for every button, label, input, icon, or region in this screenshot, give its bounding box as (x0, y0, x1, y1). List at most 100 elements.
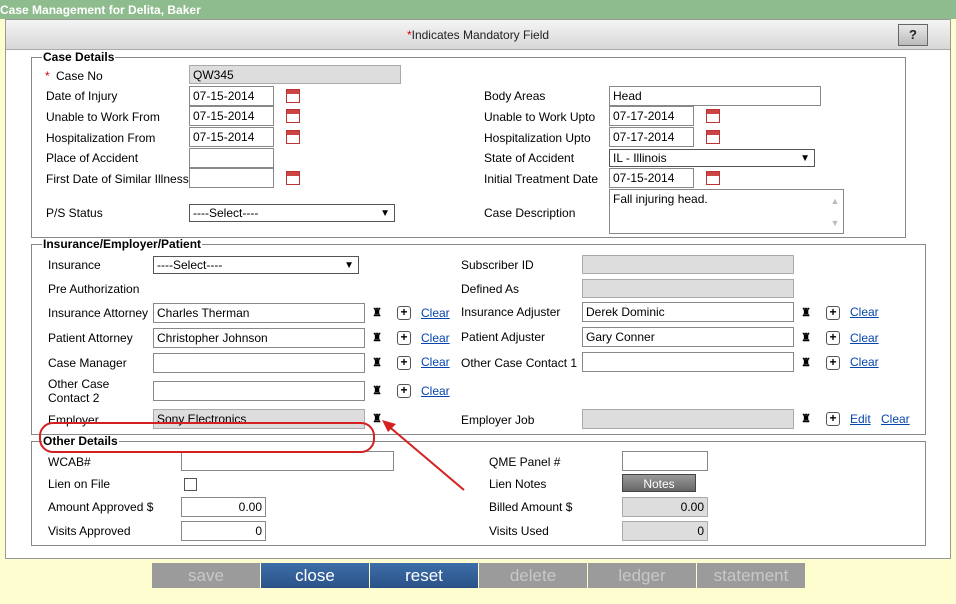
subscriber-input[interactable] (582, 255, 794, 274)
subscriber-label: Subscriber ID (461, 258, 534, 272)
mandatory-note: Indicates Mandatory Field (411, 28, 550, 42)
body-areas-label: Body Areas (484, 89, 546, 103)
hosp-from-input[interactable]: 07-15-2014 (189, 127, 274, 147)
ins-attorney-input[interactable]: Charles Therman (153, 303, 365, 323)
state-value: IL - Illinois (613, 151, 667, 165)
reset-button[interactable]: reset (370, 563, 478, 588)
unable-from-label: Unable to Work From (46, 110, 160, 124)
binoculars-icon[interactable]: ♜ (799, 331, 813, 345)
calendar-icon[interactable] (706, 130, 720, 144)
ins-adjuster-input[interactable]: Derek Dominic (582, 302, 794, 322)
billed-input[interactable]: 0.00 (622, 497, 708, 517)
qme-input[interactable] (622, 451, 708, 471)
hosp-from-label: Hospitalization From (46, 131, 156, 145)
ps-status-select[interactable]: ----Select---- ▼ (189, 204, 395, 222)
visits-approved-input[interactable]: 0 (181, 521, 266, 541)
case-details-legend: Case Details (43, 50, 115, 64)
calendar-icon[interactable] (706, 109, 720, 123)
add-button[interactable]: + (826, 412, 840, 426)
add-button[interactable]: + (397, 331, 411, 345)
billed-label: Billed Amount $ (489, 500, 573, 514)
other-contact1-input[interactable] (582, 352, 794, 372)
add-button[interactable]: + (397, 384, 411, 398)
first-date-label: First Date of Similar Illness (46, 172, 189, 186)
statement-button[interactable]: statement (697, 563, 805, 588)
place-input[interactable] (189, 148, 274, 168)
initial-treatment-input[interactable]: 07-15-2014 (609, 168, 694, 188)
defined-as-label: Defined As (461, 282, 520, 296)
calendar-icon[interactable] (286, 109, 300, 123)
add-button[interactable]: + (826, 356, 840, 370)
ps-status-label: P/S Status (46, 206, 103, 220)
binoculars-icon[interactable]: ♜ (370, 356, 384, 370)
calendar-icon[interactable] (286, 130, 300, 144)
unable-upto-input[interactable]: 07-17-2014 (609, 106, 694, 126)
add-button[interactable]: + (826, 331, 840, 345)
calendar-icon[interactable] (286, 171, 300, 185)
initial-treatment-label: Initial Treatment Date (484, 172, 599, 186)
other-contact2-label-line2: Contact 2 (48, 391, 100, 405)
add-button[interactable]: + (397, 306, 411, 320)
clear-link[interactable]: Clear (421, 384, 450, 398)
wcab-input[interactable] (181, 451, 394, 471)
close-button[interactable]: close (261, 563, 369, 588)
calendar-icon[interactable] (286, 89, 300, 103)
binoculars-icon[interactable]: ♜ (799, 306, 813, 320)
insurance-label: Insurance (48, 258, 101, 272)
lien-checkbox[interactable] (184, 478, 197, 491)
description-textarea[interactable]: Fall injuring head. ▲ ▼ (609, 189, 844, 234)
insurance-select[interactable]: ----Select---- ▼ (153, 256, 359, 274)
date-of-injury-input[interactable]: 07-15-2014 (189, 86, 274, 106)
other-contact2-label-line1: Other Case (48, 377, 110, 391)
chevron-down-icon: ▼ (344, 260, 354, 271)
clear-link[interactable]: Clear (850, 305, 879, 319)
scrollbar[interactable]: ▲ ▼ (827, 190, 843, 233)
visits-used-label: Visits Used (489, 524, 549, 538)
defined-as-input[interactable] (582, 279, 794, 298)
action-toolbar: save close reset delete ledger statement (152, 563, 806, 588)
clear-link[interactable]: Clear (850, 355, 879, 369)
first-date-input[interactable] (189, 168, 274, 188)
clear-link[interactable]: Clear (850, 331, 879, 345)
clear-link[interactable]: Clear (421, 306, 450, 320)
case-no-input[interactable]: QW345 (189, 65, 401, 84)
body-areas-input[interactable]: Head (609, 86, 821, 106)
clear-link[interactable]: Clear (421, 331, 450, 345)
pat-adjuster-input[interactable]: Gary Conner (582, 327, 794, 347)
visits-approved-label: Visits Approved (48, 524, 131, 538)
description-label: Case Description (484, 206, 576, 220)
visits-used-input[interactable]: 0 (622, 521, 708, 541)
binoculars-icon[interactable]: ♜ (370, 384, 384, 398)
chevron-down-icon: ▼ (800, 153, 810, 164)
edit-link[interactable]: Edit (850, 412, 871, 426)
date-of-injury-label: Date of Injury (46, 89, 118, 103)
help-button[interactable]: ? (898, 24, 928, 46)
calendar-icon[interactable] (706, 171, 720, 185)
delete-button[interactable]: delete (479, 563, 587, 588)
ins-attorney-label: Insurance Attorney (48, 306, 149, 320)
add-button[interactable]: + (397, 356, 411, 370)
binoculars-icon[interactable]: ♜ (370, 331, 384, 345)
arrow-shaft (385, 423, 465, 491)
clear-link[interactable]: Clear (421, 355, 450, 369)
binoculars-icon[interactable]: ♜ (370, 306, 384, 320)
other-contact2-input[interactable] (153, 381, 365, 401)
insurance-value: ----Select---- (157, 258, 223, 272)
binoculars-icon[interactable]: ♜ (799, 412, 813, 426)
binoculars-icon[interactable]: ♜ (799, 356, 813, 370)
save-button[interactable]: save (152, 563, 260, 588)
unable-from-input[interactable]: 07-15-2014 (189, 106, 274, 126)
state-select[interactable]: IL - Illinois ▼ (609, 149, 815, 167)
hosp-upto-input[interactable]: 07-17-2014 (609, 127, 694, 147)
ledger-button[interactable]: ledger (588, 563, 696, 588)
add-button[interactable]: + (826, 306, 840, 320)
ins-adjuster-label: Insurance Adjuster (461, 305, 561, 319)
qme-label: QME Panel # (489, 455, 561, 469)
chevron-down-icon: ▼ (380, 208, 390, 219)
notes-button[interactable]: Notes (622, 474, 696, 492)
amount-approved-input[interactable]: 0.00 (181, 497, 266, 517)
clear-link[interactable]: Clear (881, 412, 910, 426)
pat-attorney-input[interactable]: Christopher Johnson (153, 328, 365, 348)
case-manager-input[interactable] (153, 353, 365, 373)
employer-job-input[interactable] (582, 409, 794, 429)
